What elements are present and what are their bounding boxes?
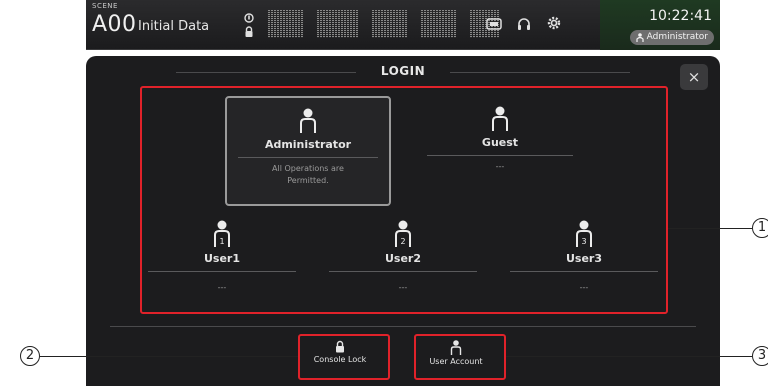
meter-bar [375, 10, 377, 38]
highlight-box-user-area [140, 86, 668, 314]
meter-bar [356, 10, 358, 38]
meter-bar [390, 10, 392, 38]
scene-info-icon [244, 12, 254, 26]
clock-area: 10:22:41 Administrator [600, 0, 720, 50]
meter-bar [427, 10, 429, 38]
meter-bar [454, 10, 456, 38]
meter-group [421, 10, 456, 38]
meter-bar [329, 10, 331, 38]
meter-bar [280, 10, 282, 38]
meter-bar [387, 10, 389, 38]
meter-bar [332, 10, 334, 38]
meter-bar [283, 10, 285, 38]
meter-bar [381, 10, 383, 38]
lock-icon [244, 26, 254, 41]
meter-bar [286, 10, 288, 38]
meter-bar [479, 10, 481, 38]
meter-group [317, 10, 358, 38]
meter-bar [292, 10, 294, 38]
screen: SCENE A00 Initial Data 10:22:41 Administ… [0, 0, 768, 386]
meter-bar [482, 10, 484, 38]
dialog-header: LOGIN × [86, 56, 720, 90]
callout-3: 3 [752, 346, 768, 366]
meter-bar [384, 10, 386, 38]
scene-title[interactable]: Initial Data [138, 19, 209, 34]
callout-line-3 [506, 356, 752, 357]
meter-bar [323, 10, 325, 38]
meter-bar [436, 10, 438, 38]
meter-bar [317, 10, 319, 38]
meter-bar [277, 10, 279, 38]
callout-line-2 [40, 356, 298, 357]
meter-bar [295, 10, 297, 38]
meter-bar [396, 10, 398, 38]
meter-bar [451, 10, 453, 38]
meter-bar [326, 10, 328, 38]
close-button[interactable]: × [680, 64, 708, 90]
callout-line-1 [668, 228, 752, 229]
scene-number[interactable]: A00 [92, 12, 137, 37]
meter-bar [448, 10, 450, 38]
callout-2: 2 [20, 346, 40, 366]
highlight-box-user-account [414, 334, 506, 380]
meter-bar [399, 10, 401, 38]
meter-bar [372, 10, 374, 38]
meter-bar [402, 10, 404, 38]
meter-bar [274, 10, 276, 38]
highlight-box-console-lock [298, 334, 390, 380]
meter-bar [341, 10, 343, 38]
meter-bar [271, 10, 273, 38]
meter-bar [335, 10, 337, 38]
meter-bar [298, 10, 300, 38]
dialog-title: LOGIN [380, 64, 426, 78]
meter-bar [378, 10, 380, 38]
meter-bar [344, 10, 346, 38]
meter-bar [470, 10, 472, 38]
meter-bar [338, 10, 340, 38]
meter-bar [268, 10, 270, 38]
level-meters [268, 10, 499, 38]
meter-bar [289, 10, 291, 38]
meter-bar [473, 10, 475, 38]
header-rule-right [450, 72, 630, 73]
meter-bar [430, 10, 432, 38]
meter-bar [393, 10, 395, 38]
user-icon [636, 33, 644, 42]
meter-group [268, 10, 303, 38]
meter-bar [439, 10, 441, 38]
meter-bar [442, 10, 444, 38]
gear-icon[interactable] [546, 15, 562, 34]
footer-divider [110, 326, 696, 327]
meter-bar [433, 10, 435, 38]
callout-1: 1 [752, 218, 768, 238]
meter-bar [350, 10, 352, 38]
top-bar: SCENE A00 Initial Data 10:22:41 Administ… [86, 0, 720, 50]
clock: 10:22:41 [649, 8, 712, 24]
headphones-icon[interactable] [516, 16, 532, 35]
current-user-name: Administrator [646, 32, 708, 42]
meter-bar [353, 10, 355, 38]
meter-bar [424, 10, 426, 38]
meter-bar [405, 10, 407, 38]
meter-bar [421, 10, 423, 38]
scene-label: SCENE [92, 2, 118, 10]
meter-bar [301, 10, 303, 38]
meter-bar [445, 10, 447, 38]
current-user-badge[interactable]: Administrator [629, 30, 714, 45]
meter-group [372, 10, 407, 38]
recorder-icon[interactable] [486, 17, 502, 34]
meter-bar [320, 10, 322, 38]
meter-bar [347, 10, 349, 38]
meter-bar [476, 10, 478, 38]
